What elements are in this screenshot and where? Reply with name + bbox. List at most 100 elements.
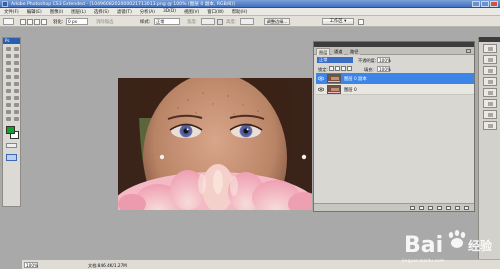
layer-style-icon[interactable] — [419, 206, 424, 210]
opacity-label: 不透明度: — [358, 58, 377, 63]
menu-analysis[interactable]: 分析(A) — [140, 9, 155, 15]
menu-select[interactable]: 选择(S) — [94, 9, 109, 15]
hand-tool-icon[interactable] — [5, 116, 12, 122]
menu-3d[interactable]: 3D(D) — [163, 9, 176, 14]
feather-input[interactable]: 0 px — [66, 18, 88, 25]
lock-position-icon[interactable] — [341, 66, 346, 71]
move-tool-icon[interactable] — [5, 46, 12, 52]
history-panel-icon[interactable] — [482, 110, 497, 119]
subtract-selection-icon[interactable] — [34, 19, 40, 25]
intersect-selection-icon[interactable] — [41, 19, 47, 25]
type-tool-icon[interactable] — [13, 95, 20, 101]
minimize-button[interactable] — [472, 1, 480, 7]
visibility-eye-icon[interactable] — [318, 87, 324, 92]
style-select[interactable]: 正常 — [154, 18, 180, 25]
document-canvas[interactable] — [118, 78, 312, 210]
layer-row-selected[interactable]: 图层 0 副本 — [316, 73, 474, 84]
lock-transparent-icon[interactable] — [329, 66, 334, 71]
menu-bar: 文件(F) 编辑(E) 图像(I) 图层(L) 选择(S) 滤镜(T) 分析(A… — [0, 8, 500, 16]
layer-mask-icon[interactable] — [428, 206, 433, 210]
magic-wand-tool-icon[interactable] — [13, 53, 20, 59]
add-selection-icon[interactable] — [27, 19, 33, 25]
height-label: 高度: — [226, 20, 237, 25]
tab-layers[interactable]: 图层 — [316, 48, 331, 55]
delete-layer-icon[interactable] — [464, 206, 469, 210]
window-controls — [472, 1, 498, 7]
width-input[interactable] — [201, 18, 215, 25]
watermark-url: jingyan.baidu.com — [402, 259, 445, 264]
pen-tool-icon[interactable] — [5, 95, 12, 101]
menu-filter[interactable]: 滤镜(T) — [117, 9, 132, 15]
panel-bottom-bar — [314, 203, 474, 211]
histogram-panel-icon[interactable] — [482, 55, 497, 64]
blend-mode-select[interactable]: 正常 — [317, 57, 353, 63]
eyedropper-tool-icon[interactable] — [13, 109, 20, 115]
tool-preset-picker[interactable] — [3, 18, 14, 25]
feather-label: 羽化: — [53, 20, 64, 25]
shape-tool-icon[interactable] — [13, 102, 20, 108]
tab-channels[interactable]: 通道 — [332, 48, 345, 55]
window-title: Adobe Photoshop CS3 Extended - [10496082… — [11, 2, 235, 7]
adjustment-layer-icon[interactable] — [437, 206, 442, 210]
zoom-field[interactable]: 100% — [24, 262, 38, 268]
canvas-image — [118, 78, 312, 210]
menu-edit[interactable]: 编辑(E) — [27, 9, 42, 15]
antialias-checkbox[interactable]: 消除锯齿 — [96, 19, 114, 26]
new-group-icon[interactable] — [446, 206, 451, 210]
styles-panel-icon[interactable] — [482, 99, 497, 108]
lock-image-icon[interactable] — [335, 66, 340, 71]
style-label: 样式: — [140, 20, 151, 25]
swatches-panel-icon[interactable] — [482, 88, 497, 97]
panel-menu-icon[interactable] — [466, 49, 471, 53]
watermark-suffix: 经验 — [468, 238, 493, 253]
path-selection-tool-icon[interactable] — [5, 102, 12, 108]
screen-mode-button[interactable] — [6, 154, 17, 161]
new-layer-icon[interactable] — [455, 206, 460, 210]
visibility-eye-icon[interactable] — [318, 76, 324, 81]
menu-layer[interactable]: 图层(L) — [71, 9, 86, 15]
lock-all-icon[interactable] — [347, 66, 352, 71]
brush-tool-icon[interactable] — [13, 67, 20, 73]
slice-tool-icon[interactable] — [13, 60, 20, 66]
gradient-tool-icon[interactable] — [13, 81, 20, 87]
menu-window[interactable]: 窗口(W) — [207, 9, 224, 15]
menu-image[interactable]: 图像(I) — [50, 9, 64, 15]
new-selection-icon[interactable] — [20, 19, 26, 25]
foreground-color-swatch[interactable] — [6, 126, 15, 134]
toolbox: Ps — [2, 37, 21, 207]
info-panel-icon[interactable] — [482, 66, 497, 75]
clone-stamp-tool-icon[interactable] — [5, 74, 12, 80]
notes-tool-icon[interactable] — [5, 109, 12, 115]
blur-tool-icon[interactable] — [5, 88, 12, 94]
link-layers-icon[interactable] — [410, 206, 415, 210]
marquee-tool-icon[interactable] — [13, 46, 20, 52]
quick-mask-button[interactable] — [6, 143, 17, 148]
close-button[interactable] — [490, 1, 498, 7]
color-panel-icon[interactable] — [482, 77, 497, 86]
fill-input[interactable]: 100% — [377, 66, 391, 72]
opacity-input[interactable]: 100% — [377, 57, 391, 63]
dock-header[interactable] — [479, 37, 500, 42]
workspace-icon[interactable] — [358, 19, 364, 25]
crop-tool-icon[interactable] — [5, 60, 12, 66]
actions-panel-icon[interactable] — [482, 121, 497, 130]
tab-paths[interactable]: 路径 — [348, 48, 361, 55]
layers-empty-area — [316, 97, 474, 202]
navigator-panel-icon[interactable] — [482, 44, 497, 53]
workspace-button[interactable]: 工作区 ▾ — [322, 18, 354, 25]
dodge-tool-icon[interactable] — [13, 88, 20, 94]
menu-view[interactable]: 视图(V) — [184, 9, 199, 15]
menu-file[interactable]: 文件(F) — [4, 9, 19, 15]
layer-row[interactable]: 图层 0 — [316, 84, 474, 95]
history-brush-tool-icon[interactable] — [13, 74, 20, 80]
lasso-tool-icon[interactable] — [5, 53, 12, 59]
swap-dimensions-icon[interactable] — [217, 19, 223, 25]
height-input[interactable] — [240, 18, 254, 25]
healing-brush-tool-icon[interactable] — [5, 67, 12, 73]
maximize-button[interactable] — [481, 1, 489, 7]
zoom-tool-icon[interactable] — [13, 116, 20, 122]
eraser-tool-icon[interactable] — [5, 81, 12, 87]
document-info[interactable]: 文档:846.4K/1.27M — [88, 263, 127, 269]
refine-edge-button[interactable]: 调整边缘... — [264, 18, 290, 25]
menu-help[interactable]: 帮助(H) — [232, 9, 248, 15]
